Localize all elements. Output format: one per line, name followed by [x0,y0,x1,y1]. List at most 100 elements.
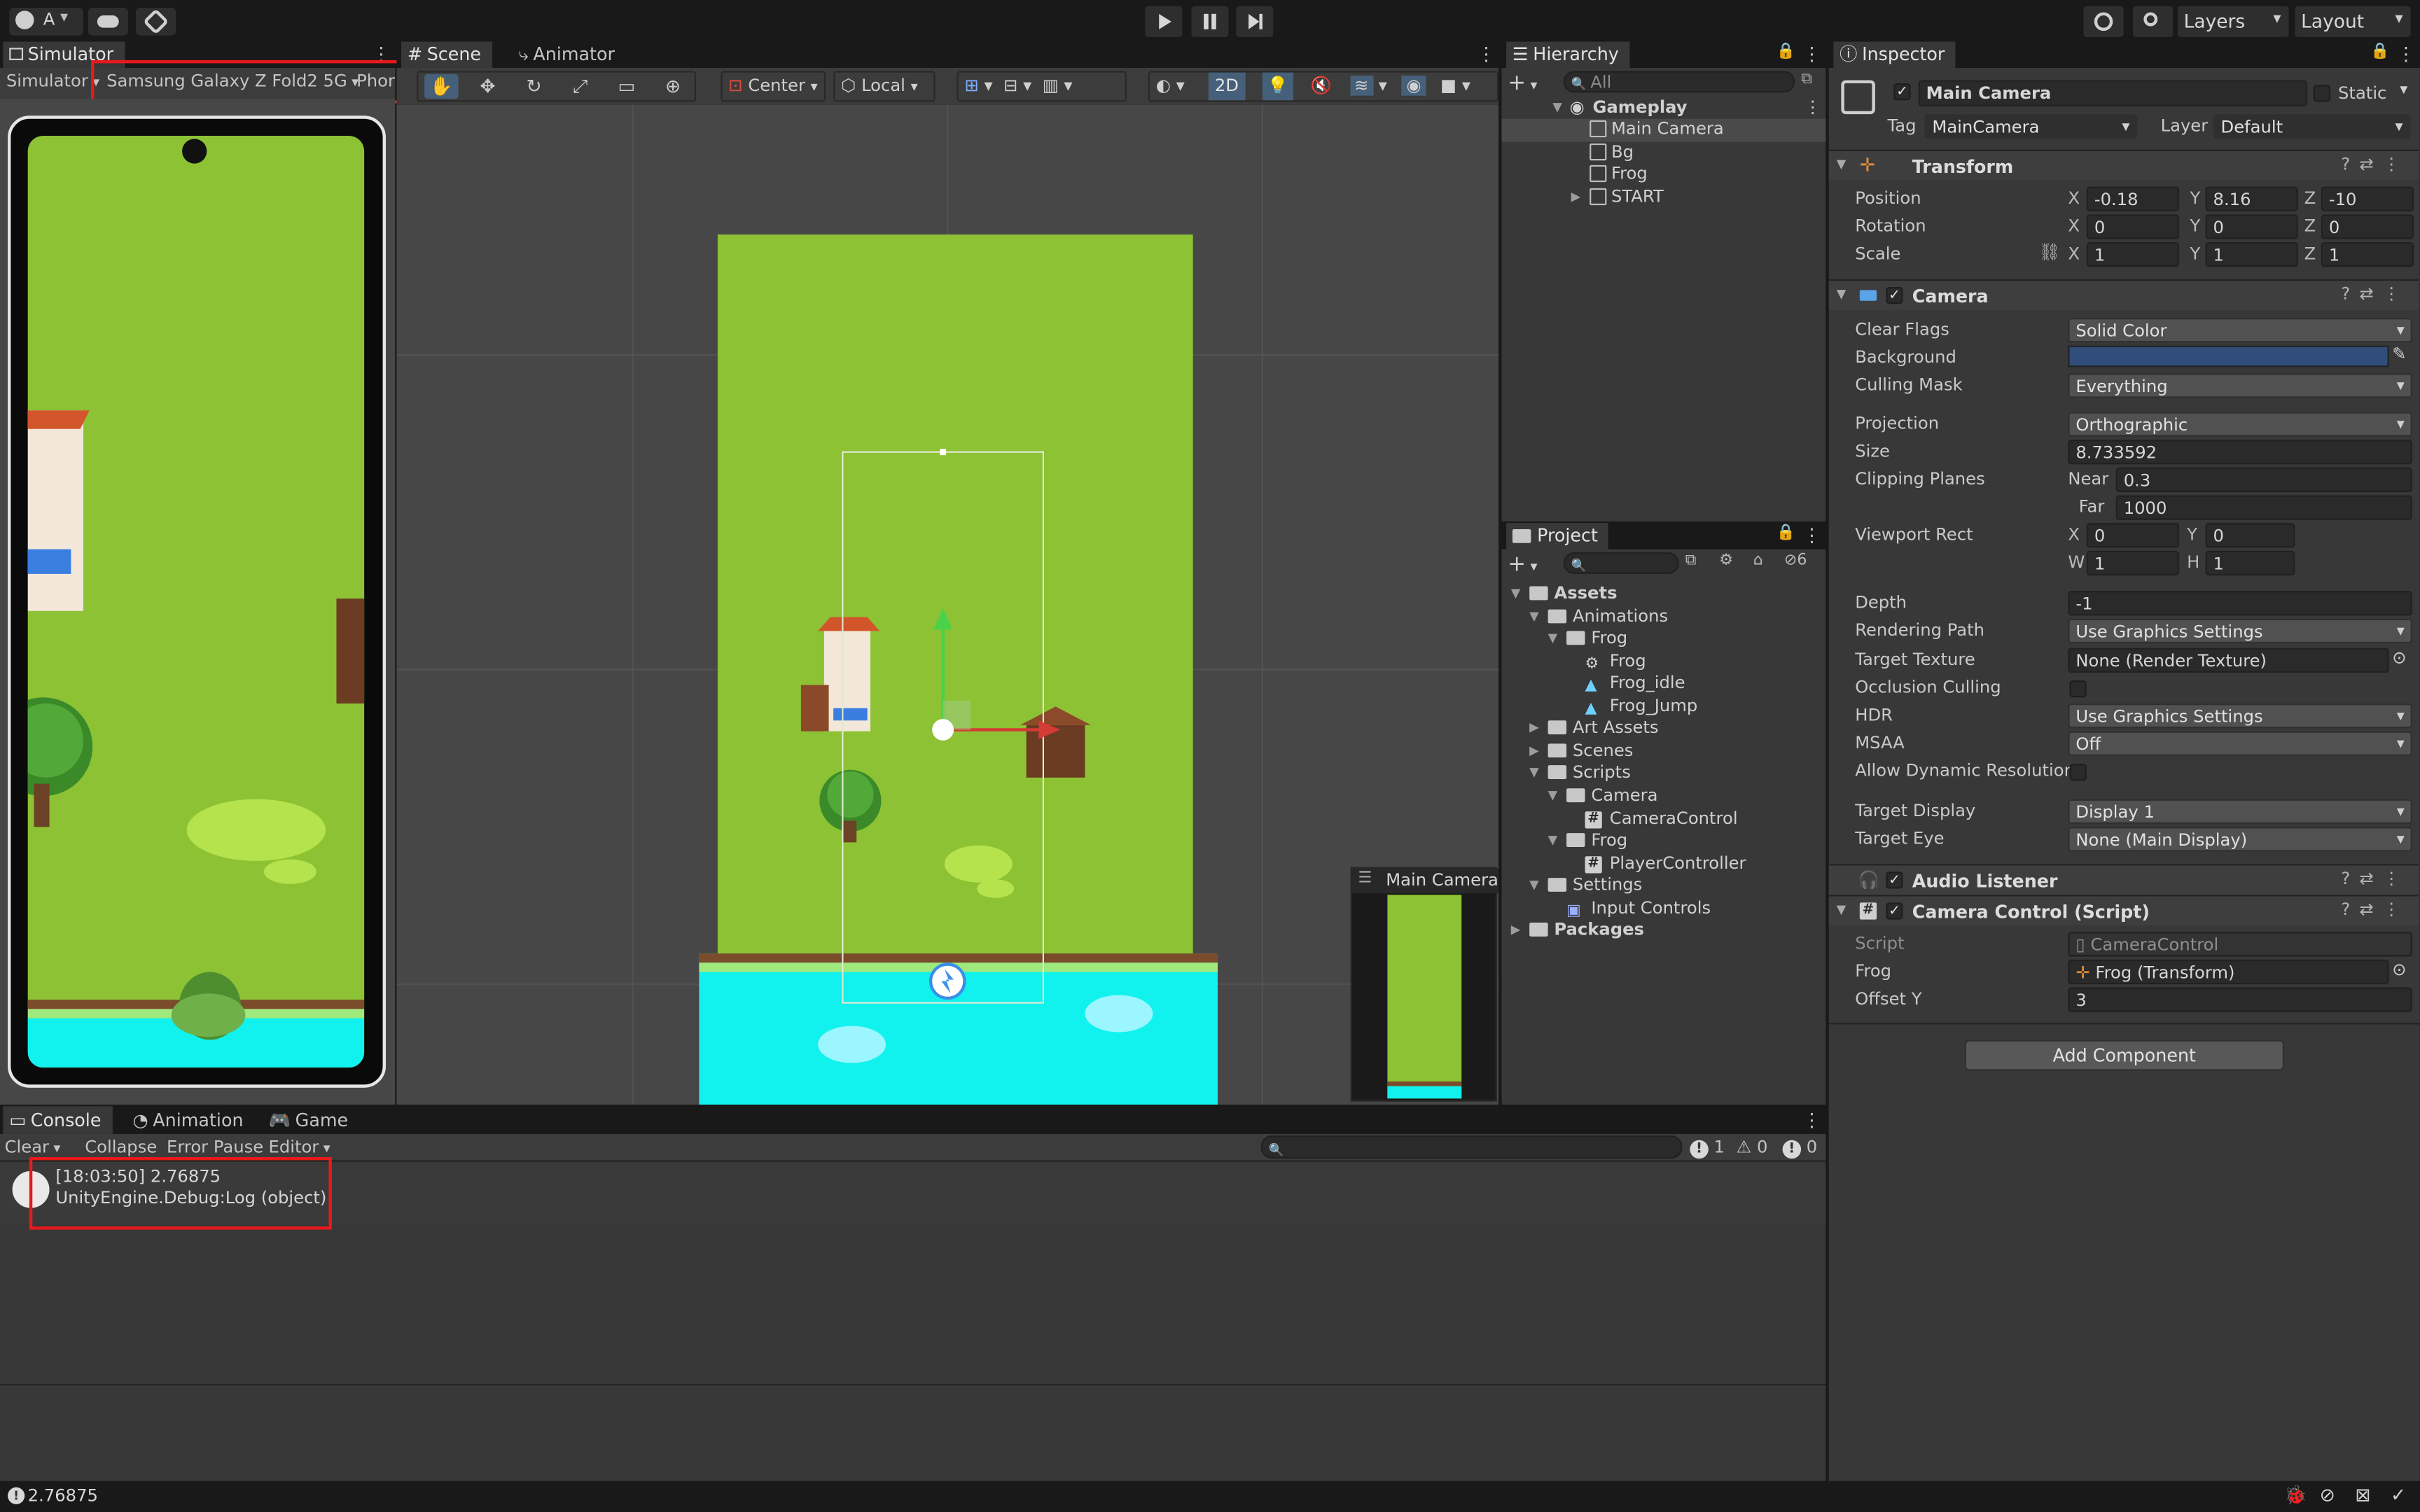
component-actions-icon[interactable]: ?⇄⋮ [2341,284,2409,304]
scene-menu-icon[interactable]: ⋮ [1477,43,1495,65]
shading-icon[interactable]: ◐ [1156,76,1171,96]
scene-menu-icon[interactable]: ⋮ [1804,97,1821,119]
toggle-2d-button[interactable]: 2D [1209,72,1245,101]
projection-dropdown[interactable]: Orthographic [2068,412,2412,437]
hierarchy-root-gameplay[interactable]: ▼ ◉ Gameplay ⋮ [1501,97,1826,119]
position-z-field[interactable]: -10 [2321,186,2414,211]
project-item[interactable]: ▲ Frog_Jump [1501,695,1826,717]
tab-hierarchy[interactable]: ☰ Hierarchy [1506,41,1630,68]
project-item[interactable]: ▼ Frog [1501,628,1826,650]
audio-mute-icon[interactable]: 🔇 [1311,76,1332,96]
expand-triangle-icon[interactable]: ▶ [1511,920,1521,941]
status-message[interactable]: 2.76875 [28,1485,98,1506]
layers-dropdown[interactable]: Layers ▾ [2177,6,2289,37]
project-item[interactable]: ⚙ Frog [1501,650,1826,672]
pivot-dropdown[interactable]: ⊡ Center ▾ [721,71,826,102]
static-checkbox[interactable] [2313,85,2331,102]
layer-dropdown[interactable]: Default [2213,114,2411,139]
object-picker-icon[interactable]: ⊙ [2392,960,2406,980]
scene-viewport[interactable]: ☰ Main Camera [396,104,1499,1105]
console-error-filter[interactable]: ! 0 [1782,1134,1817,1162]
far-field[interactable]: 1000 [2115,495,2412,520]
search-by-type-icon[interactable]: ⧉ [1685,552,1697,569]
transform-header[interactable]: ▼ ✛ Transform ?⇄⋮ [1828,149,2419,181]
audio-listener-checkbox[interactable]: ✓ [1886,872,1903,889]
grid-snap-icon[interactable]: ⊞ [965,76,979,96]
scale-x-field[interactable]: 1 [2086,242,2180,267]
rotation-y-field[interactable]: 0 [2205,214,2298,239]
collapse-triangle-icon[interactable]: ▼ [1529,606,1539,627]
network-icon[interactable]: ⊠ [2355,1484,2370,1506]
collapse-triangle-icon[interactable]: ▼ [1529,875,1539,897]
hidden-packages-toggle[interactable]: ⊘6 [1784,552,1807,569]
camera-header[interactable]: ▼ ✓ Camera ?⇄⋮ [1828,279,2419,311]
msaa-dropdown[interactable]: Off [2068,731,2412,756]
lock-icon[interactable]: 🔒 [1776,43,1795,60]
project-item[interactable]: ▶ Art Assets [1501,718,1826,740]
viewport-x-field[interactable]: 0 [2086,523,2180,548]
link-icon[interactable]: ⛓ [2038,242,2060,262]
hierarchy-item-start[interactable]: ▶ START [1501,187,1826,209]
camera-icon[interactable]: ■ [1440,76,1456,96]
project-search-input[interactable]: 🔍 [1563,552,1679,574]
object-picker-icon[interactable]: ⊙ [2392,648,2406,668]
hierarchy-add-button[interactable]: + ▾ [1508,71,1537,95]
expand-triangle-icon[interactable]: ▶ [1571,187,1581,209]
collapse-triangle-icon[interactable]: ▼ [1548,830,1558,852]
account-button[interactable]: A ▾ [9,8,84,36]
component-actions-icon[interactable]: ?⇄⋮ [2341,869,2409,889]
project-item[interactable]: ▶ Packages [1501,920,1826,941]
component-actions-icon[interactable]: ?⇄⋮ [2341,899,2409,920]
project-add-button[interactable]: + ▾ [1508,552,1537,577]
background-color-swatch[interactable] [2068,345,2389,368]
project-item[interactable]: ▼ Settings [1501,875,1826,897]
tag-dropdown[interactable]: MainCamera [1924,114,2138,139]
console-log-filter[interactable]: ! 1 [1690,1134,1725,1162]
tab-game[interactable]: 🎮 Game [263,1106,359,1134]
tab-animation[interactable]: ◔ Animation [127,1106,254,1134]
lock-icon[interactable]: 🔒 [1776,524,1795,541]
transform-tool-icon[interactable]: ⊕ [656,74,690,99]
target-display-dropdown[interactable]: Display 1 [2068,799,2412,824]
hierarchy-item-frog[interactable]: Frog [1501,164,1826,186]
static-chevron-down-icon[interactable]: ▾ [2400,82,2407,99]
simulator-mode-dropdown[interactable]: Simulator ▾ [6,68,99,96]
cloud-button[interactable] [88,8,128,36]
hierarchy-item-bg[interactable]: Bg [1501,142,1826,164]
eyedropper-icon[interactable]: ✎ [2392,344,2406,364]
size-field[interactable]: 8.733592 [2068,440,2412,465]
collapse-triangle-icon[interactable]: ▼ [1511,583,1521,605]
component-actions-icon[interactable]: ?⇄⋮ [2341,154,2409,174]
project-item[interactable]: ▼ Camera [1501,785,1826,807]
viewport-y-field[interactable]: 0 [2205,523,2295,548]
project-item[interactable]: ▲ Frog_idle [1501,673,1826,694]
move-tool-icon[interactable]: ✥ [471,74,504,99]
viewport-h-field[interactable]: 1 [2205,550,2295,576]
tab-inspector[interactable]: ⓘ Inspector [1833,41,1956,68]
add-component-button[interactable]: Add Component [1964,1040,2284,1071]
collapse-triangle-icon[interactable]: ▼ [1837,158,1847,172]
increment-snap-icon[interactable]: ⊟ [1003,76,1017,96]
camera-enabled-checkbox[interactable]: ✓ [1886,286,1903,304]
viewport-w-field[interactable]: 1 [2086,550,2180,576]
project-item[interactable]: # PlayerController [1501,853,1826,874]
inspector-menu-icon[interactable]: ⋮ [2397,43,2415,65]
collapse-triangle-icon[interactable]: ▼ [1552,97,1571,119]
effects-icon[interactable]: ≋ [1349,75,1373,96]
rect-tool-icon[interactable]: ▭ [610,74,644,99]
project-item[interactable]: # CameraControl [1501,808,1826,830]
camera-control-checkbox[interactable]: ✓ [1886,902,1903,920]
console-search-input[interactable]: 🔍 [1260,1135,1683,1159]
collapse-triangle-icon[interactable]: ▼ [1837,287,1847,301]
collapse-triangle-icon[interactable]: ▼ [1529,763,1539,785]
lighting-icon[interactable]: 💡 [1263,72,1293,101]
position-x-field[interactable]: -0.18 [2086,186,2180,211]
console-warning-filter[interactable]: ⚠ 0 [1737,1134,1768,1162]
depth-field[interactable]: -1 [2068,591,2412,616]
progress-icon[interactable]: ⊘ [2320,1484,2335,1506]
project-menu-icon[interactable]: ⋮ [1802,524,1821,546]
hierarchy-item-main-camera[interactable]: Main Camera [1501,118,1826,142]
checkmark-icon[interactable]: ✓ [2391,1484,2406,1506]
pause-button[interactable] [1191,6,1229,37]
frog-field[interactable]: ✛ Frog (Transform) [2068,959,2389,985]
